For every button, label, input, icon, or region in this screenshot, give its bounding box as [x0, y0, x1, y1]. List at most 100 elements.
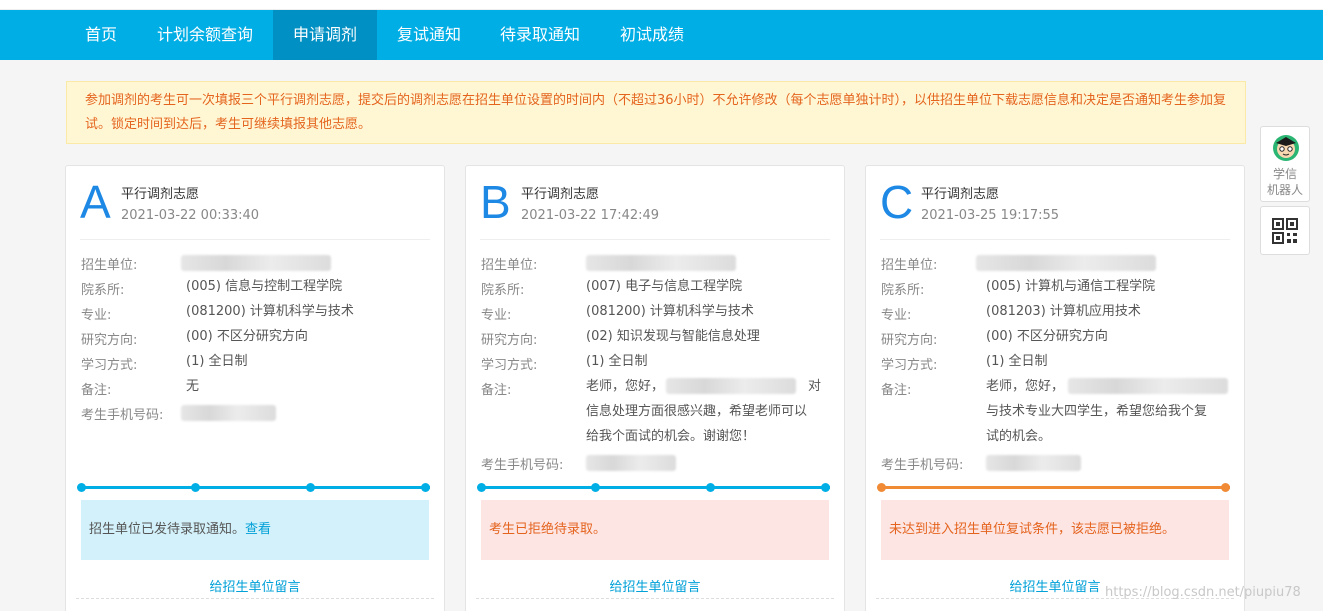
dashed-divider — [476, 598, 834, 599]
remark-line-2: 与技术专业大四学生，希望您给我个复 — [986, 404, 1208, 419]
redacted-phone — [181, 405, 276, 421]
progress-dot — [821, 483, 830, 492]
choice-date: 2021-03-25 19:17:55 — [921, 208, 1060, 223]
dept-label: 院系所: — [81, 283, 125, 298]
notice-banner: 参加调剂的考生可一次填报三个平行调剂志愿，提交后的调剂志愿在招生单位设置的时间内… — [66, 81, 1246, 144]
choice-date: 2021-03-22 17:42:49 — [521, 208, 660, 223]
qr-code-icon — [1272, 218, 1298, 244]
mode-value: (1) 全日制 — [986, 354, 1048, 369]
top-strip — [0, 0, 1323, 10]
status-text: 考生已拒绝待录取。 — [489, 522, 607, 537]
remark-value: 无 — [186, 379, 200, 394]
major-value: (081203) 计算机应用技术 — [986, 304, 1141, 319]
phone-label: 考生手机号码: — [881, 458, 964, 473]
remark-text: 老师，您好， — [586, 379, 665, 394]
message-unit-link[interactable]: 给招生单位留言 — [466, 576, 844, 595]
choice-title: 平行调剂志愿 — [521, 187, 600, 202]
robot-widget[interactable]: 学信 机器人 — [1260, 126, 1310, 202]
progress-dot — [77, 483, 86, 492]
mode-label: 学习方式: — [481, 358, 538, 373]
redacted-remark — [1068, 378, 1228, 394]
direction-value: (00) 不区分研究方向 — [986, 329, 1108, 344]
major-label: 专业: — [881, 308, 912, 323]
direction-label: 研究方向: — [481, 333, 538, 348]
view-link[interactable]: 查看 — [245, 522, 271, 537]
progress-dot — [306, 483, 315, 492]
dept-label: 院系所: — [881, 283, 925, 298]
mode-label: 学习方式: — [81, 358, 138, 373]
dept-value: (007) 电子与信息工程学院 — [586, 279, 743, 294]
choice-card-a: A 平行调剂志愿 2021-03-22 00:33:40 招生单位: 院系所: … — [65, 165, 445, 611]
remark-line-3: 试的机会。 — [986, 429, 1052, 444]
direction-value: (00) 不区分研究方向 — [186, 329, 308, 344]
status-text: 未达到进入招生单位复试条件，该志愿已被拒绝。 — [889, 522, 1176, 537]
status-box: 考生已拒绝待录取。 — [481, 500, 829, 560]
nav-plan-balance[interactable]: 计划余额查询 — [138, 10, 272, 60]
robot-label-line: 学信 — [1272, 167, 1297, 181]
qr-code-widget[interactable] — [1260, 206, 1310, 255]
nav-admission-notice[interactable]: 待录取通知 — [481, 10, 599, 60]
dashed-divider — [76, 598, 434, 599]
major-label: 专业: — [481, 308, 512, 323]
mode-value: (1) 全日制 — [186, 354, 248, 369]
progress-dot — [421, 483, 430, 492]
main-nav: 首页 计划余额查询 申请调剂 复试通知 待录取通知 初试成绩 — [0, 10, 1323, 60]
choice-card-b: B 平行调剂志愿 2021-03-22 17:42:49 招生单位: 院系所: … — [465, 165, 845, 611]
robot-label-line: 机器人 — [1266, 183, 1303, 197]
robot-avatar-icon — [1273, 135, 1299, 161]
dept-value: (005) 计算机与通信工程学院 — [986, 279, 1156, 294]
choice-letter: A — [80, 176, 111, 228]
robot-label: 学信 机器人 — [1261, 166, 1309, 198]
progress-dot — [706, 483, 715, 492]
progress-dot — [477, 483, 486, 492]
remark-line-3: 给我个面试的机会。谢谢您！ — [586, 429, 756, 444]
major-value: (081200) 计算机科学与技术 — [586, 304, 754, 319]
nav-home[interactable]: 首页 — [66, 10, 136, 60]
divider — [880, 239, 1230, 240]
progress-dot — [191, 483, 200, 492]
divider — [480, 239, 830, 240]
redacted-unit — [181, 255, 331, 271]
choice-title: 平行调剂志愿 — [121, 187, 200, 202]
unit-label: 招生单位: — [881, 258, 938, 273]
redacted-phone — [986, 455, 1081, 471]
phone-label: 考生手机号码: — [481, 458, 564, 473]
dept-label: 院系所: — [481, 283, 525, 298]
unit-label: 招生单位: — [81, 258, 138, 273]
divider — [80, 239, 430, 240]
nav-retest-notice[interactable]: 复试通知 — [377, 10, 481, 60]
redacted-unit — [586, 255, 736, 271]
progress-track — [477, 483, 830, 492]
choice-letter: C — [880, 176, 914, 228]
progress-dot — [591, 483, 600, 492]
major-value: (081200) 计算机科学与技术 — [186, 304, 354, 319]
remark-label: 备注: — [81, 383, 112, 398]
message-unit-link[interactable]: 给招生单位留言 — [66, 576, 444, 595]
notice-text: 参加调剂的考生可一次填报三个平行调剂志愿，提交后的调剂志愿在招生单位设置的时间内… — [85, 93, 1227, 132]
remark-line-2: 信息处理方面很感兴趣，希望老师可以 — [586, 404, 808, 419]
phone-label: 考生手机号码: — [81, 408, 164, 423]
major-label: 专业: — [81, 308, 112, 323]
remark-label: 备注: — [881, 383, 912, 398]
direction-label: 研究方向: — [81, 333, 138, 348]
choice-card-c: C 平行调剂志愿 2021-03-25 19:17:55 招生单位: 院系所: … — [865, 165, 1245, 611]
mode-label: 学习方式: — [881, 358, 938, 373]
nav-initial-scores[interactable]: 初试成绩 — [600, 10, 704, 60]
status-box: 招生单位已发待录取通知。查看 — [81, 500, 429, 560]
remark-label: 备注: — [481, 383, 512, 398]
redacted-phone — [586, 455, 676, 471]
status-text: 招生单位已发待录取通知。 — [89, 522, 246, 537]
direction-value: (02) 知识发现与智能信息处理 — [586, 329, 760, 344]
progress-track — [877, 483, 1230, 492]
direction-label: 研究方向: — [881, 333, 938, 348]
dept-value: (005) 信息与控制工程学院 — [186, 279, 343, 294]
redacted-remark — [666, 378, 796, 394]
watermark: https://blog.csdn.net/piupiu78 — [1105, 585, 1301, 600]
progress-track — [77, 483, 430, 492]
mode-value: (1) 全日制 — [586, 354, 648, 369]
progress-dot — [877, 483, 886, 492]
nav-apply-adjustment[interactable]: 申请调剂 — [273, 10, 377, 60]
remark-text: 对 — [808, 379, 822, 394]
choice-date: 2021-03-22 00:33:40 — [121, 208, 260, 223]
choice-letter: B — [480, 176, 511, 228]
